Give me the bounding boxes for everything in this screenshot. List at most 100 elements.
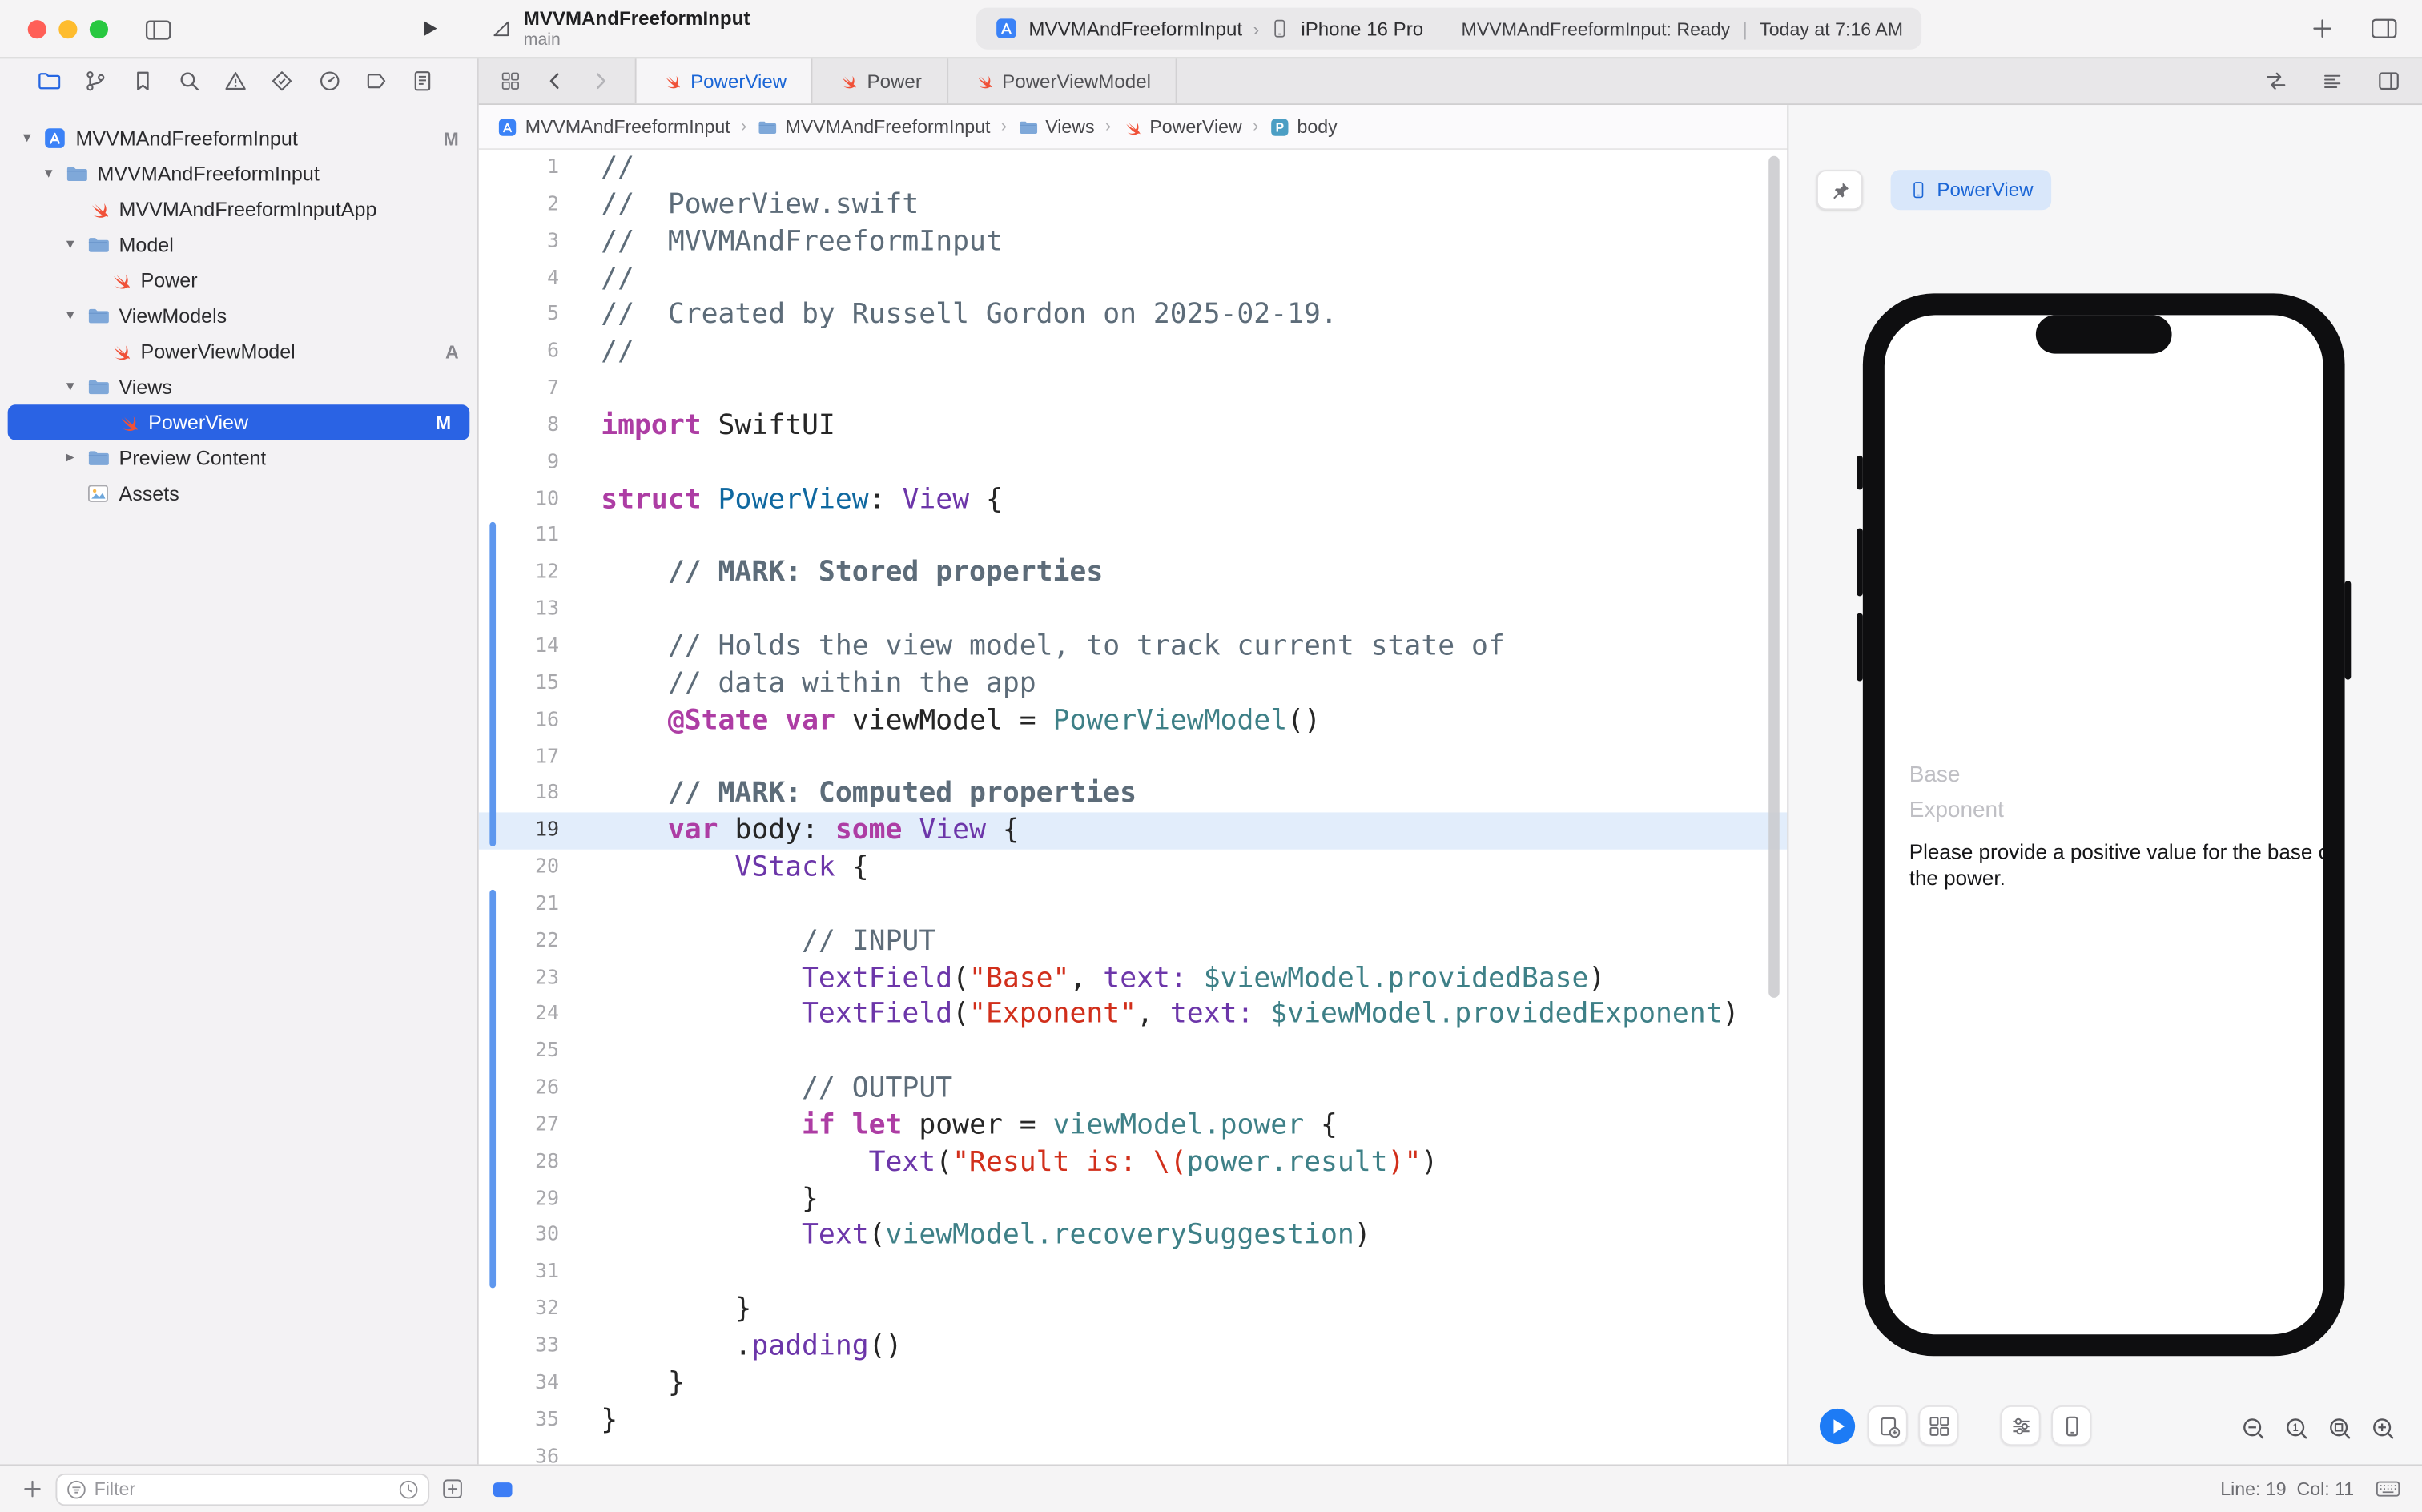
code-line[interactable]: 13: [479, 592, 1787, 629]
code-line[interactable]: 28 Text("Result is: \(power.result)"): [479, 1144, 1787, 1181]
code-line[interactable]: 21: [479, 887, 1787, 923]
code-line[interactable]: 8import SwiftUI: [479, 408, 1787, 444]
disclosure-triangle[interactable]: ▾: [58, 236, 82, 253]
close-button[interactable]: [28, 20, 46, 38]
editor-scrollbar[interactable]: [1768, 156, 1780, 998]
related-items-icon[interactable]: [501, 71, 521, 91]
code-line[interactable]: 10struct PowerView: View {: [479, 481, 1787, 518]
code-line[interactable]: 19 var body: some View {: [479, 813, 1787, 850]
file-tree-row[interactable]: ▸Preview Content: [0, 440, 477, 476]
file-tree-row[interactable]: ▾ViewModels: [0, 298, 477, 333]
minimize-button[interactable]: [58, 20, 77, 38]
device-settings-button[interactable]: [2000, 1405, 2040, 1446]
code-line[interactable]: 22 // INPUT: [479, 923, 1787, 960]
tests-navigator[interactable]: [271, 69, 294, 92]
breadcrumb-item[interactable]: PowerView: [1122, 116, 1242, 138]
navigator-toggle-icon[interactable]: [145, 17, 171, 43]
code-line[interactable]: 24 TextField("Exponent", text: $viewMode…: [479, 997, 1787, 1034]
file-tree-row[interactable]: ▾MVVMAndFreeformInputM: [0, 120, 477, 155]
run-button[interactable]: [420, 18, 441, 38]
code-line[interactable]: 9: [479, 444, 1787, 481]
zoom-in-button[interactable]: [2369, 1415, 2397, 1443]
add-editor-icon[interactable]: [2377, 70, 2400, 93]
code-line[interactable]: 23 TextField("Base", text: $viewModel.pr…: [479, 960, 1787, 997]
run-destination[interactable]: iPhone 16 Pro: [1301, 18, 1423, 39]
code-line[interactable]: 29 }: [479, 1181, 1787, 1218]
breadcrumb-item[interactable]: MVVMAndFreeformInput: [758, 116, 991, 138]
code-line[interactable]: 26 // OUTPUT: [479, 1071, 1787, 1108]
tab-powerviewmodel[interactable]: PowerViewModel: [948, 58, 1177, 103]
tab-powerview[interactable]: PowerView: [635, 58, 813, 103]
add-file-button[interactable]: [22, 1478, 43, 1500]
code-line[interactable]: 1//: [479, 150, 1787, 187]
disclosure-triangle[interactable]: ▾: [37, 165, 60, 182]
pin-button[interactable]: [1816, 170, 1863, 210]
device-button[interactable]: [2051, 1405, 2091, 1446]
code-line[interactable]: 18 // MARK: Computed properties: [479, 776, 1787, 813]
disclosure-triangle[interactable]: ▾: [58, 308, 82, 324]
code-line[interactable]: 35}: [479, 1402, 1787, 1439]
file-tree-row[interactable]: ▾Views: [0, 369, 477, 404]
scheme-name[interactable]: MVVMAndFreeformInput: [1028, 18, 1242, 39]
forward-icon[interactable]: [590, 71, 610, 91]
code-line[interactable]: 6//: [479, 334, 1787, 371]
code-line[interactable]: 3// MVVMAndFreeformInput: [479, 223, 1787, 260]
file-tree-row[interactable]: ▾MVVMAndFreeformInput: [0, 156, 477, 191]
code-line[interactable]: 36: [479, 1439, 1787, 1465]
file-tree-row[interactable]: Assets: [0, 476, 477, 511]
code-line[interactable]: 5// Created by Russell Gordon on 2025-02…: [479, 297, 1787, 334]
breadcrumb-item[interactable]: Views: [1018, 116, 1095, 138]
add-filter-icon[interactable]: [442, 1478, 464, 1500]
file-tree-row[interactable]: MVVMAndFreeformInputApp: [0, 191, 477, 227]
base-textfield[interactable]: Base: [1885, 758, 2323, 794]
file-tree-row[interactable]: Power: [0, 263, 477, 298]
code-line[interactable]: 32 }: [479, 1292, 1787, 1329]
minimap-icon[interactable]: [2322, 70, 2344, 92]
zoom-fit-button[interactable]: [2326, 1415, 2354, 1443]
project-navigator[interactable]: [37, 69, 60, 92]
code-line[interactable]: 33 .padding(): [479, 1329, 1787, 1365]
scheme-selector[interactable]: MVVMAndFreeformInput › iPhone 16 Pro MVV…: [976, 8, 1921, 50]
code-line[interactable]: 30 Text(viewModel.recoverySuggestion): [479, 1218, 1787, 1255]
live-preview-button[interactable]: [1816, 1405, 1857, 1446]
keyboard-icon[interactable]: [2376, 1477, 2400, 1502]
code-line[interactable]: 17: [479, 739, 1787, 776]
source-editor[interactable]: 1//2// PowerView.swift3// MVVMAndFreefor…: [479, 150, 1787, 1464]
code-review-icon[interactable]: [2264, 70, 2287, 93]
exponent-textfield[interactable]: Exponent: [1885, 794, 2323, 829]
zoom-button[interactable]: [90, 20, 108, 38]
code-line[interactable]: 4//: [479, 260, 1787, 297]
code-line[interactable]: 20 VStack {: [479, 850, 1787, 887]
code-line[interactable]: 31: [479, 1255, 1787, 1292]
add-icon[interactable]: [2311, 15, 2334, 42]
code-line[interactable]: 34 }: [479, 1365, 1787, 1402]
variants-button[interactable]: [1868, 1405, 1908, 1446]
code-line[interactable]: 12 // MARK: Stored properties: [479, 555, 1787, 592]
recent-files-icon[interactable]: [399, 1479, 419, 1499]
breadcrumb-item[interactable]: Pbody: [1269, 116, 1338, 138]
code-line[interactable]: 15 // data within the app: [479, 666, 1787, 702]
file-tree-row[interactable]: PowerViewModelA: [0, 334, 477, 369]
filter-field[interactable]: Filter: [55, 1473, 429, 1506]
zoom-out-button[interactable]: [2239, 1415, 2267, 1443]
preview-tab[interactable]: PowerView: [1891, 170, 2052, 210]
breadcrumb-item[interactable]: MVVMAndFreeformInput: [497, 116, 730, 138]
disclosure-triangle[interactable]: ▸: [58, 449, 82, 466]
bookmarks-navigator[interactable]: [131, 69, 154, 92]
disclosure-triangle[interactable]: ▾: [58, 378, 82, 395]
code-line[interactable]: 16 @State var viewModel = PowerViewModel…: [479, 702, 1787, 739]
code-line[interactable]: 27 if let power = viewModel.power {: [479, 1108, 1787, 1144]
code-line[interactable]: 11: [479, 518, 1787, 555]
debug-navigator[interactable]: [317, 69, 340, 92]
code-line[interactable]: 7: [479, 371, 1787, 408]
grid-view-button[interactable]: [1918, 1405, 1958, 1446]
back-icon[interactable]: [545, 71, 565, 91]
issues-navigator[interactable]: [224, 69, 247, 92]
file-tree-row[interactable]: ▾Model: [0, 227, 477, 262]
code-line[interactable]: 2// PowerView.swift: [479, 187, 1787, 223]
code-line[interactable]: 25: [479, 1034, 1787, 1071]
reports-navigator[interactable]: [411, 69, 434, 92]
breakpoints-navigator[interactable]: [364, 69, 388, 92]
file-tree-row[interactable]: PowerViewM: [8, 404, 470, 440]
code-line[interactable]: 14 // Holds the view model, to track cur…: [479, 629, 1787, 666]
